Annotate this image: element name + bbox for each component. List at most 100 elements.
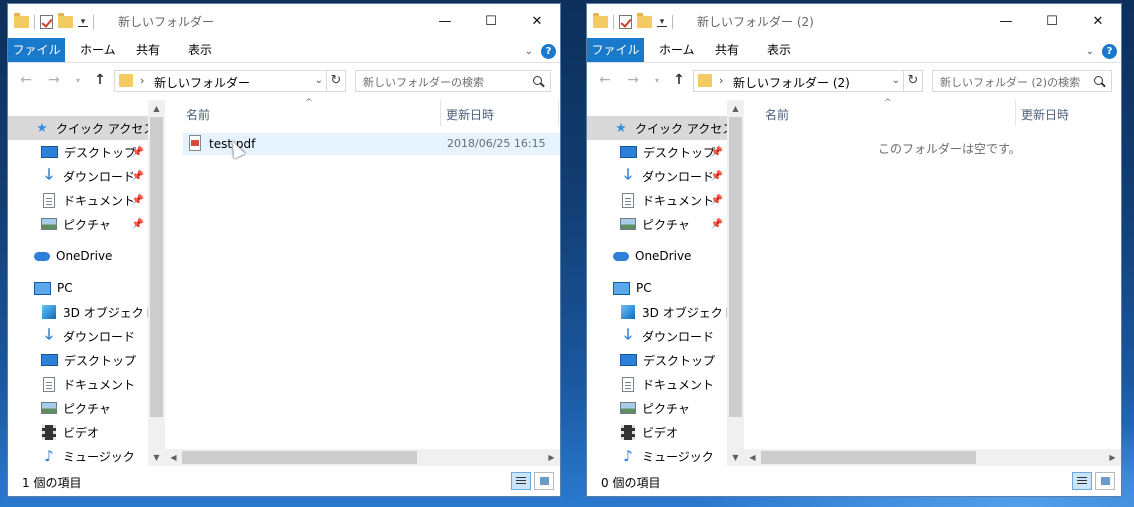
sidebar-item-pc-downloads[interactable]: 🡓 ダウンロード [8, 324, 148, 348]
column-header-date[interactable]: 更新日時 [1021, 106, 1069, 123]
maximize-button[interactable]: ☐ [468, 4, 514, 38]
forward-arrow-icon[interactable]: → [623, 72, 643, 88]
sidebar-item-quick-access[interactable]: ★ クイック アクセス [587, 116, 734, 140]
sidebar-item-pc-desktop[interactable]: デスクトップ [8, 348, 148, 372]
help-icon[interactable]: ? [541, 43, 556, 59]
scroll-right-icon[interactable]: ▶ [1104, 449, 1121, 466]
up-arrow-icon[interactable]: ↑ [90, 72, 110, 88]
scrollbar-thumb[interactable] [150, 117, 163, 417]
file-list[interactable]: ^ 名前 更新日時 test.pdf 2018/06/25 16:15 ◀ ▶ [165, 98, 560, 466]
file-list[interactable]: ^ 名前 更新日時 このフォルダーは空です。 ◀ ▶ [744, 98, 1121, 466]
column-header-name[interactable]: 名前 [186, 106, 210, 123]
breadcrumb-separator-icon[interactable]: › [140, 74, 144, 87]
tab-view[interactable]: 表示 [178, 38, 222, 62]
refresh-icon[interactable]: ↻ [326, 71, 345, 91]
properties-icon[interactable] [619, 15, 632, 29]
breadcrumb[interactable]: 新しいフォルダー [154, 74, 250, 91]
scrollbar-thumb[interactable] [729, 117, 742, 417]
pin-icon[interactable]: 📌 [132, 171, 144, 182]
tab-file[interactable]: ファイル [587, 38, 644, 62]
details-view-icon[interactable] [1072, 472, 1092, 490]
sidebar-item-desktop[interactable]: デスクトップ 📌 [8, 140, 148, 164]
back-arrow-icon[interactable]: ← [595, 72, 615, 88]
up-arrow-icon[interactable]: ↑ [669, 72, 689, 88]
customize-toolbar-chevron-icon[interactable]: ▾ [78, 17, 88, 27]
sidebar-item-music[interactable]: ♪ ミュージック [8, 444, 148, 466]
sidebar-item-pc-pictures[interactable]: ピクチャ [587, 396, 727, 420]
title-bar[interactable]: ▾ 新しいフォルダー (2) — ☐ ✕ [587, 4, 1121, 38]
column-header-name[interactable]: 名前 [765, 106, 789, 123]
back-arrow-icon[interactable]: ← [16, 72, 36, 88]
large-icons-view-icon[interactable] [1095, 472, 1115, 490]
address-bar[interactable]: › 新しいフォルダー ⌄ ↻ [114, 70, 346, 92]
tab-share[interactable]: 共有 [705, 38, 749, 62]
sidebar-item-downloads[interactable]: 🡓 ダウンロード 📌 [8, 164, 148, 188]
explorer-window-right[interactable]: ▾ 新しいフォルダー (2) — ☐ ✕ ファイル ホーム 共有 表示 ⌄ ? … [586, 3, 1122, 497]
recent-locations-chevron-icon[interactable]: ▾ [651, 76, 663, 85]
explorer-window-left[interactable]: ▾ 新しいフォルダー — ☐ ✕ ファイル ホーム 共有 表示 ⌄ ? ← → … [7, 3, 561, 497]
sidebar-item-videos[interactable]: ビデオ [8, 420, 148, 444]
horizontal-scrollbar[interactable]: ◀ ▶ [165, 449, 560, 466]
sidebar-item-pc-documents[interactable]: ドキュメント [587, 372, 727, 396]
scroll-left-icon[interactable]: ◀ [165, 449, 182, 466]
close-button[interactable]: ✕ [514, 4, 560, 38]
sidebar-item-pc-documents[interactable]: ドキュメント [8, 372, 148, 396]
tab-view[interactable]: 表示 [757, 38, 801, 62]
sidebar-item-pc[interactable]: PC [8, 276, 148, 300]
column-header-date[interactable]: 更新日時 [446, 106, 494, 123]
pin-icon[interactable]: 📌 [711, 147, 723, 158]
scroll-up-icon[interactable]: ▲ [727, 100, 744, 117]
forward-arrow-icon[interactable]: → [44, 72, 64, 88]
tab-home[interactable]: ホーム [70, 38, 126, 62]
scrollbar-thumb[interactable] [761, 451, 976, 464]
sidebar-item-videos[interactable]: ビデオ [587, 420, 727, 444]
expand-ribbon-chevron-icon[interactable]: ⌄ [1086, 46, 1094, 57]
details-view-icon[interactable] [511, 472, 531, 490]
column-divider[interactable] [440, 100, 441, 126]
pin-icon[interactable]: 📌 [711, 171, 723, 182]
sidebar-item-onedrive[interactable]: OneDrive [8, 244, 148, 268]
expand-ribbon-chevron-icon[interactable]: ⌄ [525, 46, 533, 57]
sidebar-item-pc[interactable]: PC [587, 276, 727, 300]
pin-icon[interactable]: 📌 [132, 219, 144, 230]
search-input[interactable]: 新しいフォルダーの検索 [355, 70, 551, 92]
large-icons-view-icon[interactable] [534, 472, 554, 490]
sidebar-item-music[interactable]: ♪ ミュージック [587, 444, 727, 466]
sidebar-item-pc-desktop[interactable]: デスクトップ [587, 348, 727, 372]
customize-toolbar-chevron-icon[interactable]: ▾ [657, 17, 667, 27]
breadcrumb[interactable]: 新しいフォルダー (2) [733, 74, 850, 91]
scroll-up-icon[interactable]: ▲ [148, 100, 165, 117]
sidebar-item-pictures[interactable]: ピクチャ 📌 [8, 212, 148, 236]
scroll-down-icon[interactable]: ▼ [727, 449, 744, 466]
sidebar-item-documents[interactable]: ドキュメント 📌 [587, 188, 727, 212]
sidebar-item-quick-access[interactable]: ★ クイック アクセス [8, 116, 155, 140]
scroll-down-icon[interactable]: ▼ [148, 449, 165, 466]
scrollbar-thumb[interactable] [182, 451, 417, 464]
pin-icon[interactable]: 📌 [132, 195, 144, 206]
address-bar[interactable]: › 新しいフォルダー (2) ⌄ ↻ [693, 70, 923, 92]
sidebar-item-pc-pictures[interactable]: ピクチャ [8, 396, 148, 420]
sidebar-item-documents[interactable]: ドキュメント 📌 [8, 188, 148, 212]
sidebar-item-pictures[interactable]: ピクチャ 📌 [587, 212, 727, 236]
address-dropdown-icon[interactable]: ⌄ [892, 75, 900, 86]
navigation-scrollbar[interactable]: ▲ ▼ [727, 100, 744, 466]
search-input[interactable]: 新しいフォルダー (2)の検索 [932, 70, 1112, 92]
address-dropdown-icon[interactable]: ⌄ [315, 75, 323, 86]
minimize-button[interactable]: — [983, 4, 1029, 38]
tab-home[interactable]: ホーム [649, 38, 705, 62]
scroll-left-icon[interactable]: ◀ [744, 449, 761, 466]
breadcrumb-separator-icon[interactable]: › [719, 74, 723, 87]
sidebar-item-downloads[interactable]: 🡓 ダウンロード 📌 [587, 164, 727, 188]
new-folder-icon[interactable] [637, 13, 652, 28]
column-divider[interactable] [1015, 100, 1016, 126]
recent-locations-chevron-icon[interactable]: ▾ [72, 76, 84, 85]
pin-icon[interactable]: 📌 [132, 147, 144, 158]
refresh-icon[interactable]: ↻ [903, 71, 922, 91]
scroll-right-icon[interactable]: ▶ [543, 449, 560, 466]
maximize-button[interactable]: ☐ [1029, 4, 1075, 38]
close-button[interactable]: ✕ [1075, 4, 1121, 38]
navigation-scrollbar[interactable]: ▲ ▼ [148, 100, 165, 466]
help-icon[interactable]: ? [1102, 43, 1117, 59]
column-divider[interactable] [558, 100, 559, 126]
sidebar-item-3d-objects[interactable]: 3D オブジェクト [8, 300, 156, 324]
